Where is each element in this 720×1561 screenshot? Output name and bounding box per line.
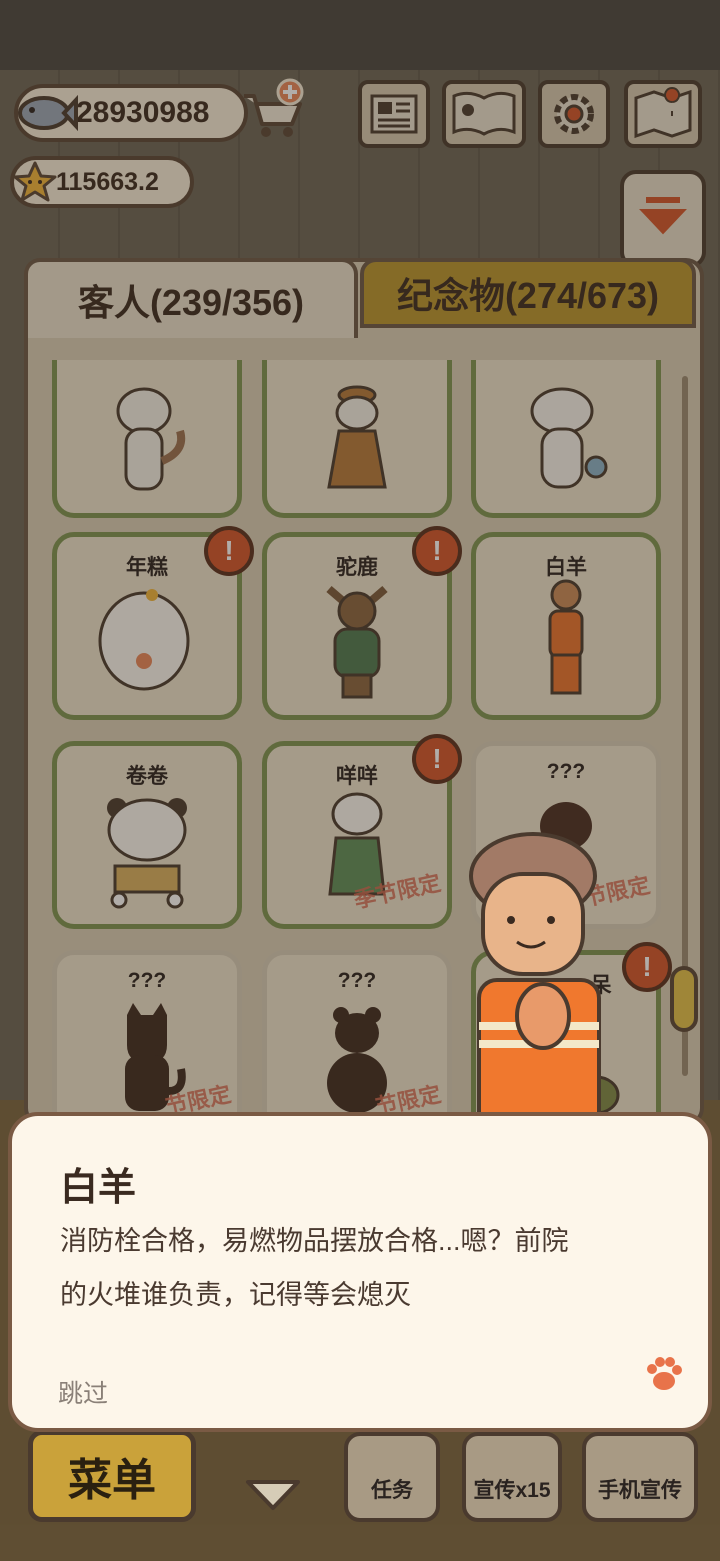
firefighter-character xyxy=(469,832,601,1130)
dialogue-line-1: 消防栓合格，易燃物品摆放合格...嗯？前院 xyxy=(60,1226,569,1256)
speaker-name: 白羊 xyxy=(60,1167,137,1209)
task-label: 任务 xyxy=(371,1479,413,1502)
promote-label: 宣传x15 xyxy=(473,1479,551,1502)
dialogue-line-2: 的火堆谁负责，记得等会熄灭 xyxy=(60,1280,411,1310)
task-button[interactable]: 任务 xyxy=(344,1432,440,1522)
promote-button[interactable]: 宣传x15 xyxy=(462,1432,562,1522)
skip-button[interactable]: 跳过 xyxy=(58,1374,108,1410)
dialogue-box[interactable]: 白羊 消防栓合格，易燃物品摆放合格...嗯？前院 的火堆谁负责，记得等会熄灭 跳… xyxy=(8,1112,712,1432)
chevron-down-icon[interactable] xyxy=(244,1476,302,1512)
phone-promote-button[interactable]: 手机宣传 xyxy=(582,1432,698,1522)
menu-button[interactable]: 菜单 xyxy=(28,1430,196,1522)
paw-icon[interactable] xyxy=(644,1354,684,1394)
dialogue-text: 消防栓合格，易燃物品摆放合格...嗯？前院 的火堆谁负责，记得等会熄灭 xyxy=(60,1214,670,1322)
phone-promote-label: 手机宣传 xyxy=(598,1479,682,1502)
